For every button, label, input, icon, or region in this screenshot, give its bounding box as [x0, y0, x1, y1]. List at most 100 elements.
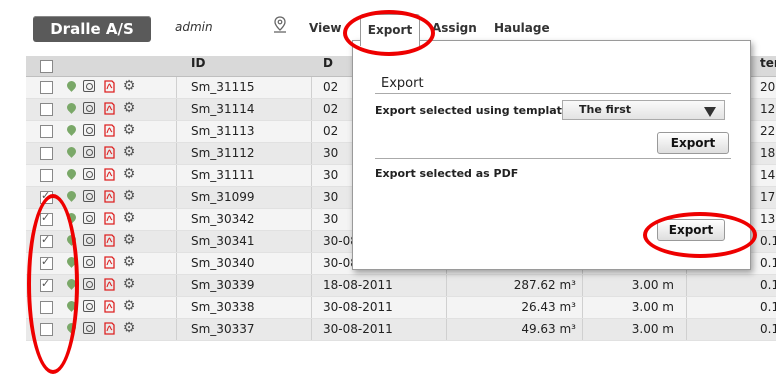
camera-icon[interactable]: [83, 190, 95, 202]
table-row[interactable]: ⚙ Sm_30339 18-08-2011 287.62 m³ 3.00 m 0.15: [26, 275, 776, 297]
pdf-icon[interactable]: [103, 124, 116, 137]
column-separator: [311, 297, 312, 318]
location-pin-icon[interactable]: [65, 299, 78, 312]
camera-icon[interactable]: [83, 234, 95, 246]
pdf-icon[interactable]: [103, 322, 116, 335]
pdf-icon[interactable]: [103, 212, 116, 225]
menu-haulage[interactable]: Haulage: [494, 21, 550, 35]
row-checkbox[interactable]: [40, 277, 53, 292]
export-pdf-button[interactable]: Export: [657, 219, 725, 241]
gear-icon[interactable]: ⚙: [122, 321, 136, 335]
gear-icon[interactable]: ⚙: [122, 277, 136, 291]
template-select[interactable]: The first: [562, 100, 725, 120]
location-pin-icon[interactable]: [65, 101, 78, 114]
row-id: Sm_31111: [191, 168, 255, 182]
camera-icon[interactable]: [83, 124, 95, 136]
gear-icon[interactable]: ⚙: [122, 233, 136, 247]
pdf-icon[interactable]: [103, 278, 116, 291]
gear-icon[interactable]: ⚙: [122, 145, 136, 159]
location-pin-icon[interactable]: [65, 79, 78, 92]
pdf-icon[interactable]: [103, 80, 116, 93]
camera-icon[interactable]: [83, 322, 95, 334]
location-pin-icon[interactable]: [65, 123, 78, 136]
row-checkbox[interactable]: [40, 211, 53, 226]
column-separator: [311, 165, 312, 186]
camera-icon[interactable]: [83, 146, 95, 158]
column-separator: [176, 209, 177, 230]
location-pin-icon[interactable]: [65, 211, 78, 224]
menu-assign[interactable]: Assign: [432, 21, 477, 35]
gear-icon[interactable]: ⚙: [122, 255, 136, 269]
row-length: 3.00 m: [631, 278, 674, 292]
export-template-button[interactable]: Export: [657, 132, 729, 154]
column-separator: [311, 143, 312, 164]
camera-icon[interactable]: [83, 278, 95, 290]
row-id: Sm_31115: [191, 80, 255, 94]
pdf-icon[interactable]: [103, 190, 116, 203]
camera-icon[interactable]: [83, 168, 95, 180]
gear-icon[interactable]: ⚙: [122, 79, 136, 93]
column-date[interactable]: D: [323, 56, 333, 76]
row-checkbox[interactable]: [40, 189, 53, 204]
camera-icon[interactable]: [83, 80, 95, 92]
column-id[interactable]: ID: [191, 56, 205, 76]
table-row[interactable]: ⚙ Sm_30338 30-08-2011 26.43 m³ 3.00 m 0.13: [26, 297, 776, 319]
pdf-icon[interactable]: [103, 256, 116, 269]
row-id: Sm_30341: [191, 234, 255, 248]
map-pin-icon[interactable]: [272, 16, 288, 34]
location-pin-icon[interactable]: [65, 233, 78, 246]
row-id: Sm_31112: [191, 146, 255, 160]
row-id: Sm_31114: [191, 102, 255, 116]
row-id: Sm_31099: [191, 190, 255, 204]
gear-icon[interactable]: ⚙: [122, 211, 136, 225]
pdf-icon[interactable]: [103, 102, 116, 115]
gear-icon[interactable]: ⚙: [122, 167, 136, 181]
camera-icon[interactable]: [83, 102, 95, 114]
row-volume: 49.63 m³: [521, 322, 576, 336]
select-all-checkbox[interactable]: [40, 60, 53, 73]
column-separator: [582, 275, 583, 296]
pdf-icon[interactable]: [103, 168, 116, 181]
row-checkbox[interactable]: [40, 301, 53, 314]
row-checkbox[interactable]: [40, 147, 53, 160]
row-extra: 0.14: [760, 234, 776, 248]
template-label: Export selected using template:: [375, 104, 574, 117]
row-checkbox[interactable]: [40, 255, 53, 270]
row-date: 02: [323, 102, 339, 116]
menu-view[interactable]: View: [309, 21, 341, 35]
location-pin-icon[interactable]: [65, 189, 78, 202]
row-extra: 0.13: [760, 300, 776, 314]
column-separator: [311, 121, 312, 142]
location-pin-icon[interactable]: [65, 321, 78, 334]
location-pin-icon[interactable]: [65, 277, 78, 290]
pdf-icon[interactable]: [103, 300, 116, 313]
gear-icon[interactable]: ⚙: [122, 299, 136, 313]
row-length: 3.00 m: [631, 322, 674, 336]
row-checkbox[interactable]: [40, 233, 53, 248]
column-separator: [686, 297, 687, 318]
column-separator: [311, 275, 312, 296]
camera-icon[interactable]: [83, 212, 95, 224]
location-pin-icon[interactable]: [65, 167, 78, 180]
row-id: Sm_30340: [191, 256, 255, 270]
location-pin-icon[interactable]: [65, 145, 78, 158]
menu-export[interactable]: Export: [360, 14, 420, 46]
row-checkbox[interactable]: [40, 169, 53, 182]
chevron-down-icon: [704, 107, 716, 117]
row-checkbox[interactable]: [40, 103, 53, 116]
pdf-icon[interactable]: [103, 146, 116, 159]
table-row[interactable]: ⚙ Sm_30337 30-08-2011 49.63 m³ 3.00 m 0.15: [26, 319, 776, 341]
row-checkbox[interactable]: [40, 81, 53, 94]
row-id: Sm_30338: [191, 300, 255, 314]
column-extra[interactable]: ter: [760, 56, 776, 76]
location-pin-icon[interactable]: [65, 255, 78, 268]
camera-icon[interactable]: [83, 256, 95, 268]
row-checkbox[interactable]: [40, 125, 53, 138]
gear-icon[interactable]: ⚙: [122, 101, 136, 115]
pdf-icon[interactable]: [103, 234, 116, 247]
camera-icon[interactable]: [83, 300, 95, 312]
gear-icon[interactable]: ⚙: [122, 123, 136, 137]
row-checkbox[interactable]: [40, 323, 53, 336]
gear-icon[interactable]: ⚙: [122, 189, 136, 203]
column-separator: [446, 275, 447, 296]
